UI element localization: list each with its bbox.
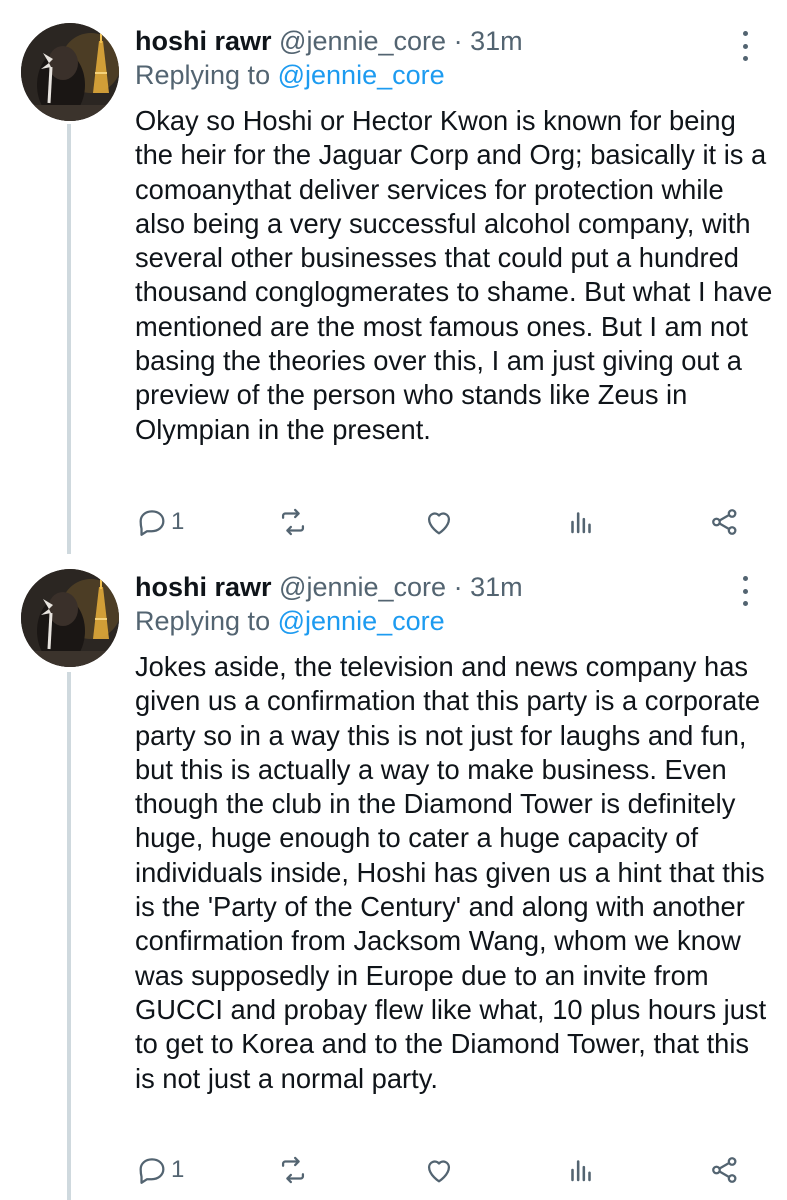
- more-options-button[interactable]: [738, 31, 752, 61]
- reply-icon: [139, 1158, 165, 1184]
- like-button[interactable]: [422, 502, 456, 542]
- tweet[interactable]: hoshi rawr @jennie_core · 31m Replying t…: [0, 548, 787, 1200]
- like-icon: [427, 1160, 451, 1183]
- more-dot-icon: [742, 31, 748, 36]
- tweet-text: Jokes aside, the television and news com…: [135, 651, 767, 1094]
- share-button[interactable]: [708, 1150, 742, 1190]
- reply-count: 1: [171, 508, 185, 535]
- replying-to-label: Replying to: [135, 60, 271, 90]
- avatar-photo-icon: [21, 569, 119, 667]
- replying-to-label: Replying to: [135, 606, 271, 636]
- replying-to: Replying to @jennie_core: [135, 58, 445, 92]
- author-handle[interactable]: @jennie_core: [279, 26, 446, 56]
- analytics-button[interactable]: [564, 502, 598, 542]
- display-name[interactable]: hoshi rawr: [135, 26, 272, 56]
- retweet-icon: [281, 1156, 305, 1184]
- author-handle[interactable]: @jennie_core: [279, 572, 446, 602]
- retweet-button[interactable]: [276, 1150, 310, 1190]
- analytics-icon: [571, 1160, 591, 1182]
- share-button[interactable]: [708, 502, 742, 542]
- avatar[interactable]: [21, 569, 119, 667]
- thread-line: [67, 124, 71, 554]
- avatar-photo-icon: [21, 23, 119, 121]
- timestamp[interactable]: 31m: [470, 26, 523, 56]
- replying-to-handle[interactable]: @jennie_core: [278, 60, 445, 90]
- reply-icon: [139, 510, 165, 536]
- analytics-button[interactable]: [564, 1150, 598, 1190]
- more-dot-icon: [742, 576, 748, 581]
- separator-dot: ·: [453, 26, 463, 56]
- replying-to: Replying to @jennie_core: [135, 604, 445, 638]
- reply-button[interactable]: 1: [135, 1150, 184, 1190]
- tweet[interactable]: hoshi rawr @jennie_core · 31m Replying t…: [0, 0, 787, 554]
- share-icon: [712, 509, 737, 535]
- retweet-icon: [281, 508, 305, 536]
- timestamp[interactable]: 31m: [470, 572, 523, 602]
- thread-line: [67, 672, 71, 1200]
- like-button[interactable]: [422, 1150, 456, 1190]
- retweet-button[interactable]: [276, 502, 310, 542]
- more-options-button[interactable]: [738, 576, 752, 606]
- more-dot-icon: [742, 588, 748, 594]
- more-dot-icon: [742, 56, 748, 61]
- tweet-actions: 1: [0, 502, 787, 542]
- analytics-icon: [571, 512, 591, 534]
- share-icon: [712, 1157, 737, 1183]
- avatar[interactable]: [21, 23, 119, 121]
- tweet-header: hoshi rawr @jennie_core · 31m: [135, 570, 523, 604]
- separator-dot: ·: [453, 572, 463, 602]
- tweet-actions: 1: [0, 1150, 787, 1190]
- reply-button[interactable]: 1: [135, 502, 184, 542]
- more-dot-icon: [742, 43, 748, 49]
- tweet-header: hoshi rawr @jennie_core · 31m: [135, 24, 523, 58]
- more-dot-icon: [742, 601, 748, 606]
- tweet-text: Okay so Hoshi or Hector Kwon is known fo…: [135, 105, 773, 445]
- replying-to-handle[interactable]: @jennie_core: [278, 606, 445, 636]
- reply-count: 1: [171, 1156, 185, 1183]
- like-icon: [427, 512, 451, 535]
- display-name[interactable]: hoshi rawr: [135, 572, 272, 602]
